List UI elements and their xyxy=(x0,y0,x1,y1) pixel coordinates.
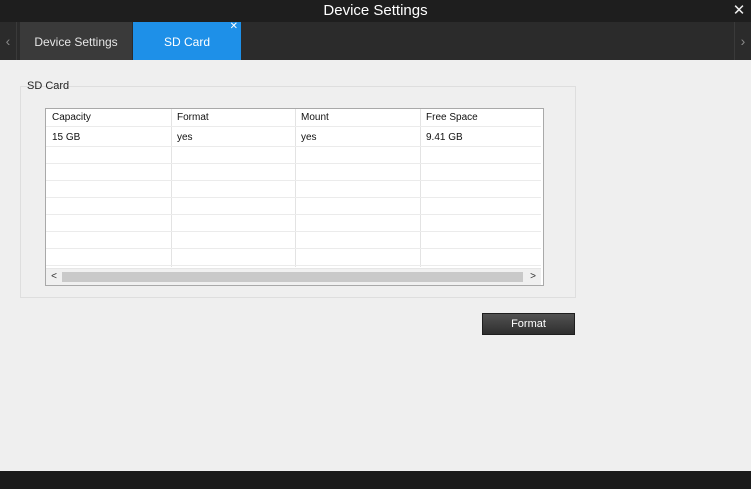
close-icon[interactable]: ✕ xyxy=(731,0,747,22)
title-bar: Device Settings ✕ xyxy=(0,0,751,22)
group-label: SD Card xyxy=(27,80,70,92)
empty-row xyxy=(46,197,541,215)
tab-bar: ‹ Device Settings SD Card ✕ › xyxy=(0,21,751,60)
horizontal-scrollbar[interactable]: < > xyxy=(46,268,541,285)
empty-row xyxy=(46,180,541,198)
tab-close-icon[interactable]: ✕ xyxy=(230,21,238,33)
empty-row xyxy=(46,214,541,232)
tab-sd-card-label: SD Card xyxy=(163,35,210,49)
empty-row xyxy=(46,146,541,164)
column-header-format[interactable]: Format xyxy=(171,109,295,126)
cell-free-space: 9.41 GB xyxy=(426,132,463,143)
bottom-bar xyxy=(0,471,751,489)
empty-row xyxy=(46,163,541,181)
tab-scroll-right-icon[interactable]: › xyxy=(734,22,751,60)
table-header-row: Capacity Format Mount Free Space xyxy=(46,109,541,127)
content-panel: SD Card Capacity Format Mount Free Space… xyxy=(0,60,751,471)
empty-row xyxy=(46,231,541,249)
cell-format: yes xyxy=(177,132,193,143)
column-header-free-space[interactable]: Free Space xyxy=(420,109,541,126)
scrollbar-thumb[interactable] xyxy=(62,272,523,282)
cell-capacity: 15 GB xyxy=(52,132,81,143)
cell-mount: yes xyxy=(301,132,317,143)
tab-scroll-left-icon[interactable]: ‹ xyxy=(0,22,17,60)
scroll-right-icon[interactable]: > xyxy=(526,269,540,285)
column-header-mount[interactable]: Mount xyxy=(295,109,420,126)
format-button[interactable]: Format xyxy=(482,313,575,335)
tab-sd-card[interactable]: SD Card ✕ xyxy=(133,21,241,60)
scroll-left-icon[interactable]: < xyxy=(47,269,61,285)
tab-device-settings[interactable]: Device Settings xyxy=(20,22,132,60)
empty-row xyxy=(46,248,541,266)
column-header-capacity[interactable]: Capacity xyxy=(46,109,171,126)
table-row[interactable]: 15 GB yes yes 9.41 GB xyxy=(46,129,541,147)
window-title: Device Settings xyxy=(323,2,428,19)
sd-card-table: Capacity Format Mount Free Space 15 GB y… xyxy=(45,108,544,286)
